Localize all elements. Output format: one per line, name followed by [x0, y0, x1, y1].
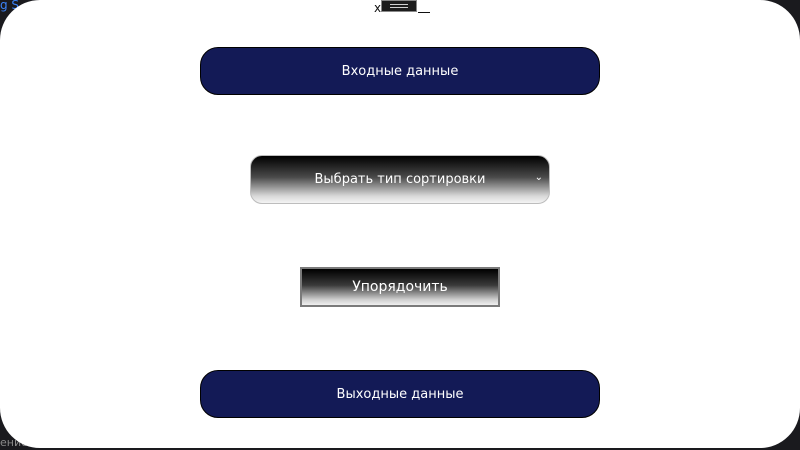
chevron-down-icon: ⌄	[534, 172, 543, 183]
close-button[interactable]: x	[374, 1, 381, 15]
minimize-icon[interactable]	[418, 0, 431, 13]
output-data-button[interactable]: Выходные данные	[200, 370, 600, 418]
desktop-background: g S ение x Входные данные Выбрать тип со…	[0, 0, 800, 450]
input-data-button[interactable]: Входные данные	[200, 47, 600, 95]
sort-type-select[interactable]: Выбрать тип сортировки ⌄	[250, 155, 550, 204]
maximize-icon[interactable]	[381, 0, 418, 12]
sort-type-select-label: Выбрать тип сортировки	[314, 172, 486, 187]
order-button[interactable]: Упорядочить	[300, 267, 500, 307]
app-window: x Входные данные Выбрать тип сортировки …	[0, 0, 800, 448]
window-controls: x	[374, 0, 431, 15]
